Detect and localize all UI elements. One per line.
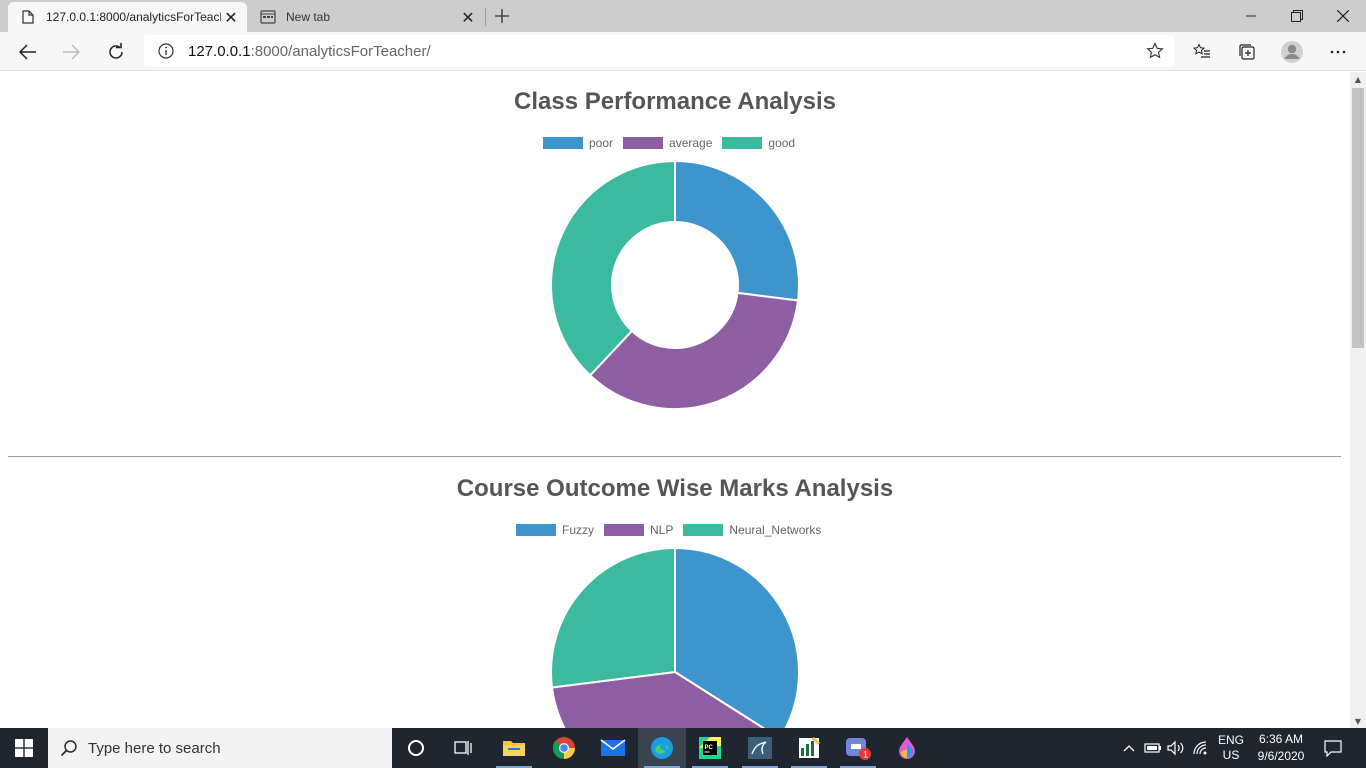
restore-button[interactable] — [1274, 0, 1320, 32]
volume-icon[interactable] — [1165, 728, 1187, 768]
chart2-pie — [550, 546, 800, 728]
new-tab-page-icon — [260, 9, 276, 25]
close-tab-icon[interactable]: ✕ — [221, 7, 241, 27]
profile-avatar[interactable] — [1276, 36, 1308, 68]
clock-date: 9/6/2020 — [1257, 749, 1305, 763]
forward-button[interactable] — [55, 36, 87, 68]
notifications-icon[interactable] — [1318, 728, 1348, 768]
lang-bottom: US — [1222, 748, 1240, 762]
page-content: Class Performance Analysis poor average go… — [0, 72, 1350, 728]
mail-icon[interactable] — [589, 728, 637, 768]
chrome-icon[interactable] — [540, 728, 588, 768]
search-icon — [60, 740, 77, 757]
url-text[interactable]: 127.0.0.1:8000/analyticsForTeacher/ — [188, 43, 431, 60]
taskbar-search-box[interactable]: Type here to search — [48, 728, 392, 768]
refresh-button[interactable] — [100, 36, 132, 68]
favorites-icon[interactable] — [1186, 36, 1218, 68]
back-button[interactable] — [12, 36, 44, 68]
search-placeholder: Type here to search — [88, 739, 221, 757]
scrollbar-thumb[interactable] — [1352, 88, 1364, 348]
task-view-icon[interactable] — [440, 728, 488, 768]
paint-icon[interactable] — [883, 728, 931, 768]
close-tab-icon[interactable]: ✕ — [458, 7, 478, 27]
address-bar[interactable]: 127.0.0.1:8000/analyticsForTeacher/ — [144, 35, 1174, 67]
tab-separator — [485, 8, 486, 26]
page-icon — [20, 9, 36, 25]
vertical-scrollbar[interactable]: ▲ ▼ — [1350, 72, 1366, 728]
favorite-star-icon[interactable] — [1146, 42, 1164, 64]
tab-new-tab[interactable]: New tab ✕ — [248, 2, 484, 32]
show-hidden-icons-chevron-icon[interactable] — [1118, 728, 1140, 768]
windows-start-icon[interactable] — [0, 728, 48, 768]
battery-icon[interactable] — [1142, 728, 1164, 768]
cortana-icon[interactable] — [392, 728, 440, 768]
tab-analytics[interactable]: 127.0.0.1:8000/analyticsForTeacher/ ✕ — [8, 2, 247, 32]
close-window-button[interactable] — [1320, 0, 1366, 32]
discord-icon[interactable]: 1 — [834, 728, 882, 768]
tab-label: 127.0.0.1:8000/analyticsForTeacher/ — [46, 10, 221, 24]
more-options-icon[interactable] — [1322, 36, 1354, 68]
mysql-workbench-icon[interactable] — [736, 728, 784, 768]
windows-taskbar: Type here to search PC 1 ENG US 6:36 AM … — [0, 728, 1366, 768]
minimize-button[interactable] — [1228, 0, 1274, 32]
wifi-icon[interactable] — [1190, 728, 1212, 768]
file-explorer-icon[interactable] — [490, 728, 538, 768]
scroll-up-arrow[interactable]: ▲ — [1350, 72, 1366, 86]
clock[interactable]: 6:36 AM 9/6/2020 — [1252, 728, 1310, 768]
tab-strip: 127.0.0.1:8000/analyticsForTeacher/ ✕ Ne… — [0, 0, 1366, 32]
pycharm-icon[interactable]: PC — [686, 728, 734, 768]
language-indicator[interactable]: ENG US — [1214, 728, 1248, 768]
collections-icon[interactable] — [1231, 36, 1263, 68]
svg-text:1: 1 — [863, 750, 868, 760]
scroll-down-arrow[interactable]: ▼ — [1350, 714, 1366, 728]
clock-time: 6:36 AM — [1258, 732, 1304, 746]
lang-top: ENG — [1217, 733, 1244, 747]
edge-icon[interactable] — [638, 728, 686, 768]
svg-text:PC: PC — [705, 745, 714, 751]
browser-toolbar: 127.0.0.1:8000/analyticsForTeacher/ — [0, 32, 1366, 71]
slice-neural-networks[interactable] — [550, 546, 676, 689]
tab-label: New tab — [286, 10, 331, 24]
info-icon[interactable] — [158, 43, 174, 59]
excel-icon[interactable] — [785, 728, 833, 768]
new-tab-button[interactable] — [490, 4, 514, 28]
